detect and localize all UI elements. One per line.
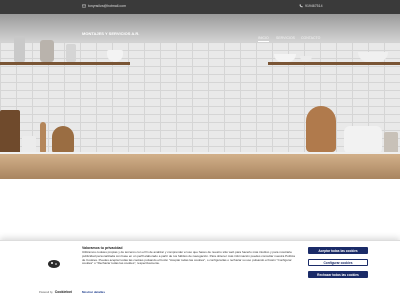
nav-item-contacto[interactable]: CONTACTO [301, 36, 320, 40]
top-contact-bar: tonynsilva@hotmail.com 919467514 [0, 0, 400, 14]
jar [66, 44, 76, 62]
contact-email[interactable]: tonynsilva@hotmail.com [82, 4, 126, 8]
show-details-link[interactable]: Mostrar detalles [82, 290, 105, 294]
jar [384, 132, 398, 154]
contact-phone-text[interactable]: 919467514 [305, 4, 323, 8]
counter [0, 154, 400, 179]
shelf-left [0, 62, 130, 65]
contact-email-text[interactable]: tonynsilva@hotmail.com [88, 4, 126, 8]
jar [14, 36, 25, 62]
nav-item-servicios[interactable]: SERVICIOS [276, 36, 295, 40]
site-brand[interactable]: MONTAJES Y SERVICIOS A.R. [82, 31, 142, 36]
envelope-icon [82, 4, 86, 8]
cookiebot-credit[interactable]: Powered by Cookiebot [39, 290, 72, 294]
phone-icon [299, 4, 303, 8]
powered-by-label: Powered by [39, 290, 53, 294]
shelf-right [268, 62, 400, 65]
wooden-board [306, 106, 336, 152]
hero-top-shade [0, 14, 400, 44]
cutting-board [0, 110, 20, 154]
kettle [344, 126, 382, 154]
cookiebot-logo: Cookiebot [54, 290, 72, 294]
cookie-icon [48, 260, 60, 268]
page: tonynsilva@hotmail.com 919467514 MONTAJE… [0, 0, 400, 300]
contact-phone[interactable]: 919467514 [299, 4, 323, 8]
hero-image: MONTAJES Y SERVICIOS A.R. INICIO SERVICI… [0, 14, 400, 179]
wooden-spoon [40, 122, 46, 154]
nav-item-inicio[interactable]: INICIO [258, 36, 269, 42]
cutting-board-round [52, 126, 74, 154]
configure-cookies-button[interactable]: Configurar cookies [308, 259, 368, 266]
cookie-description: Utilizamos cookies propias y de terceros… [82, 250, 295, 266]
accept-all-cookies-button[interactable]: Aceptar todas las cookies [308, 247, 368, 254]
jar [40, 40, 54, 62]
reject-all-cookies-button[interactable]: Rechazar todas las cookies [308, 271, 368, 278]
